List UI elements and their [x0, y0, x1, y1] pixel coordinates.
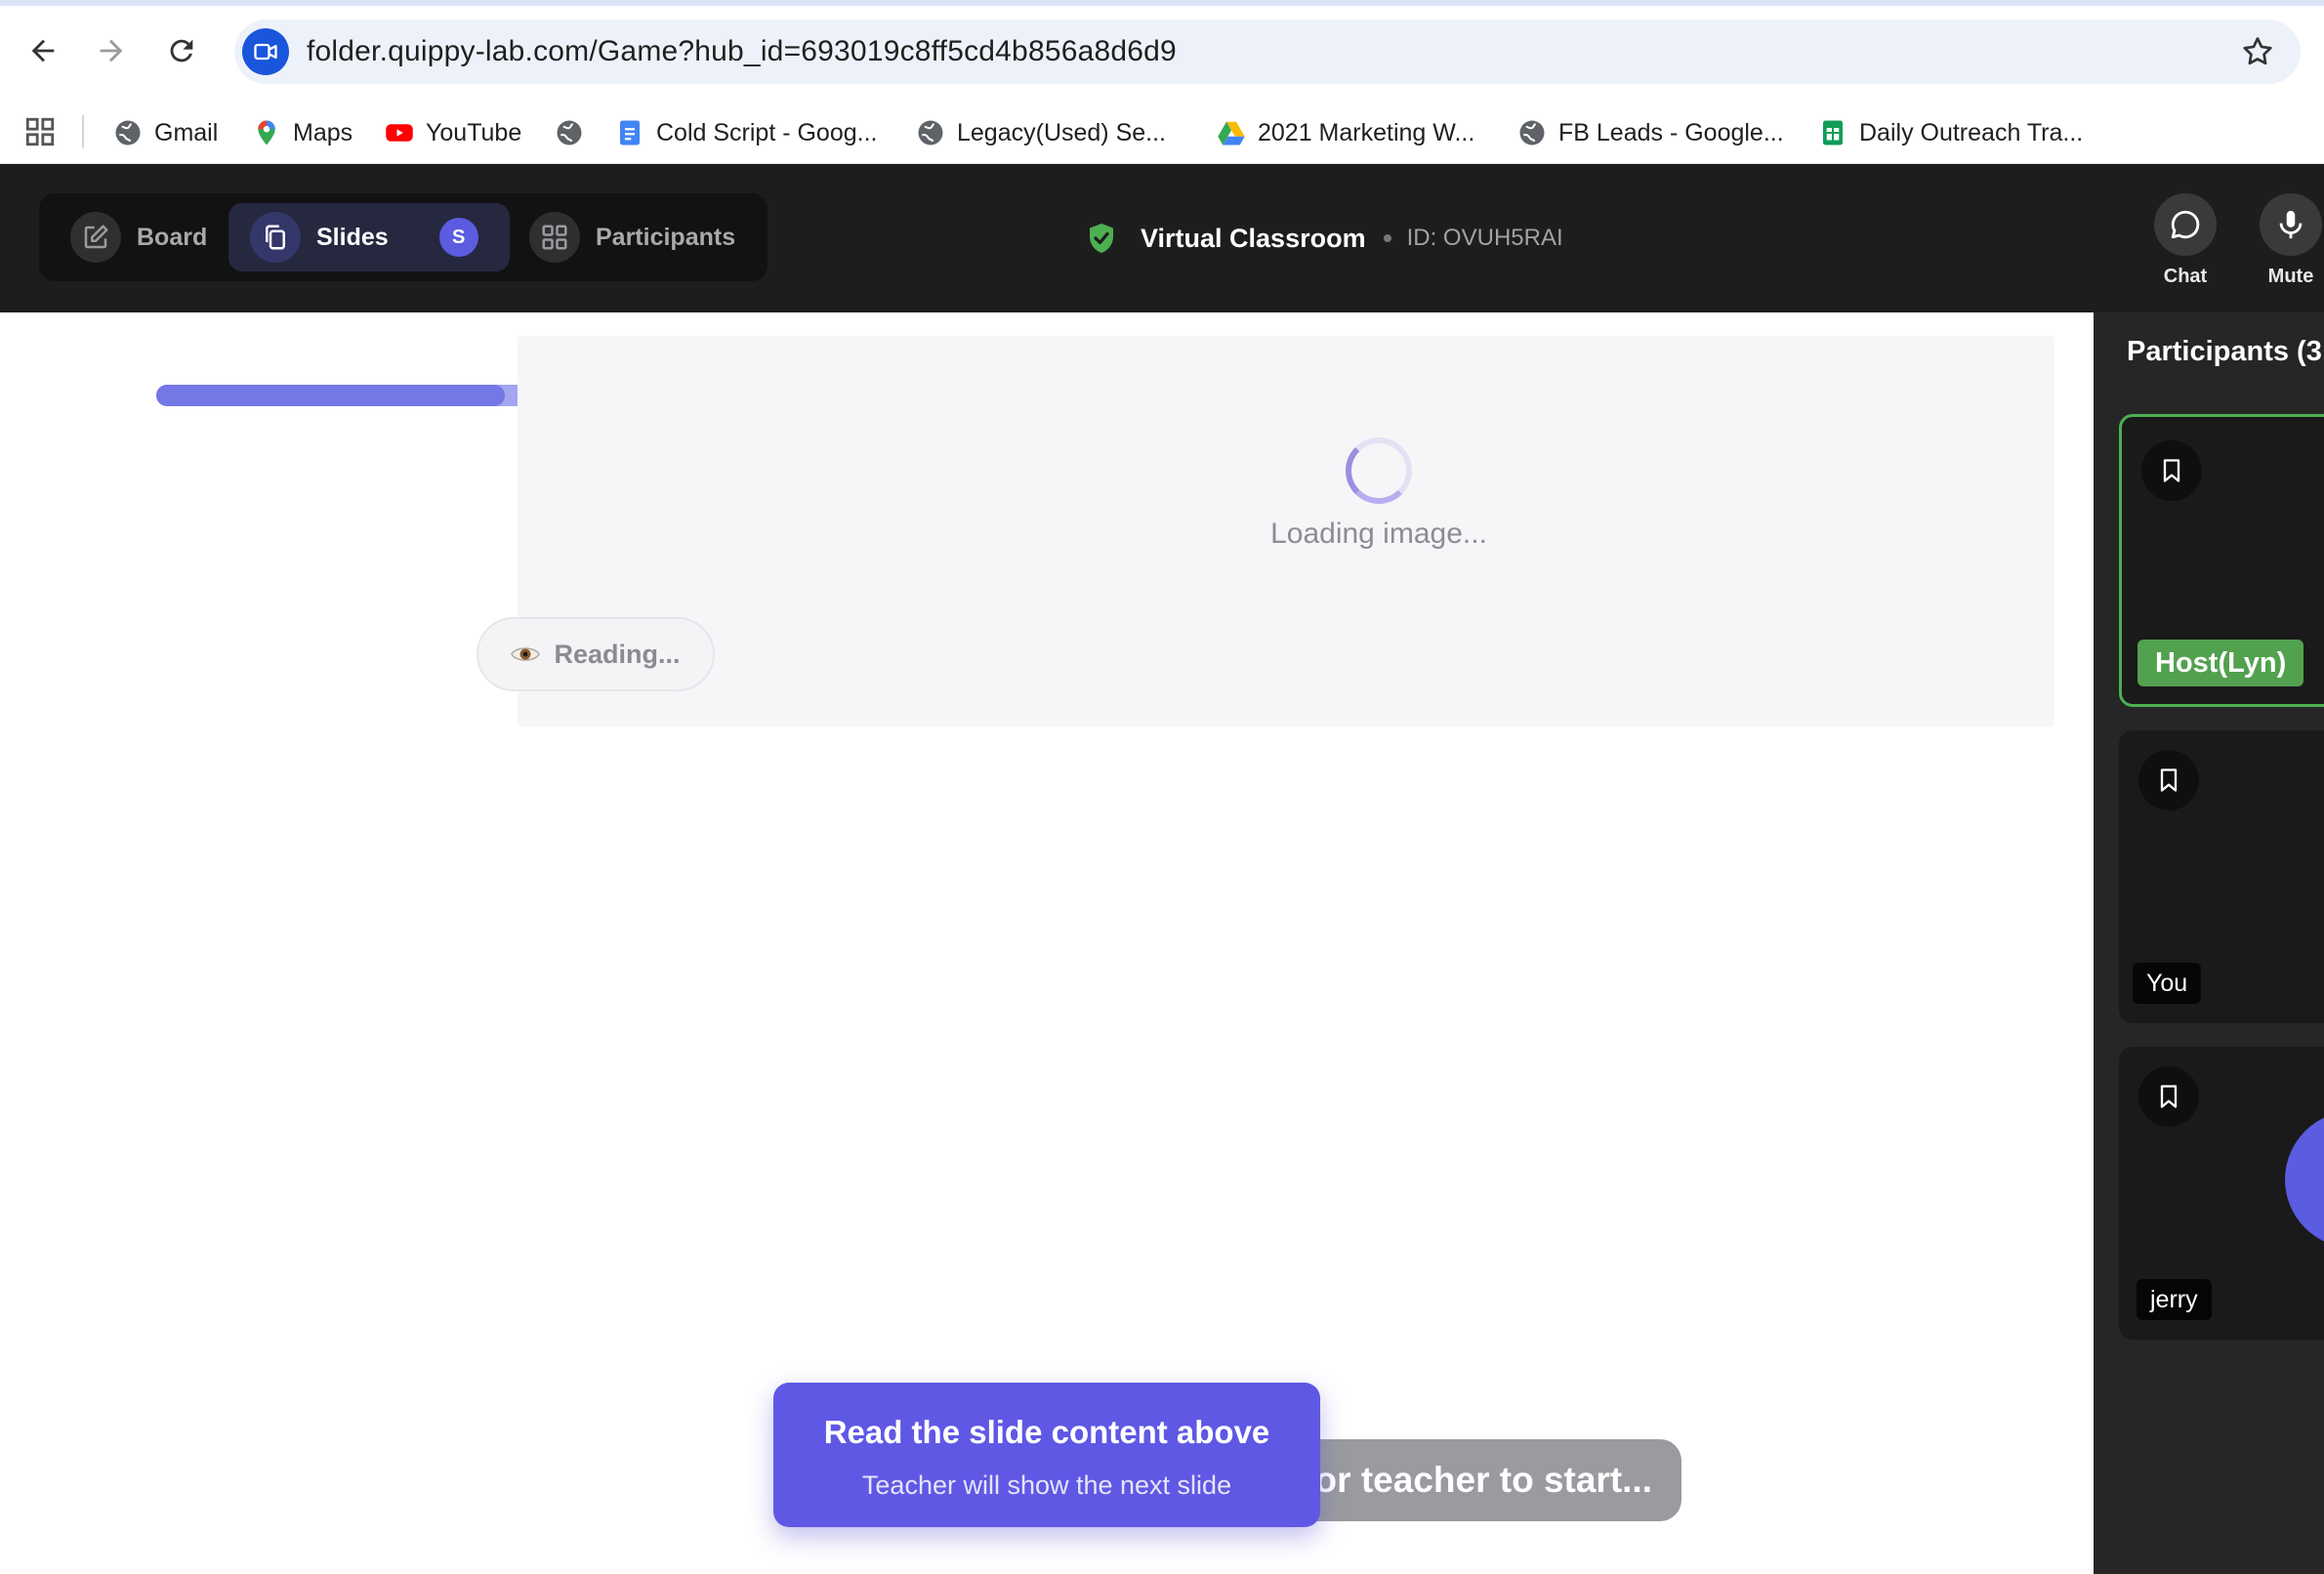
- read-instruction-subtitle: Teacher will show the next slide: [861, 1470, 1232, 1500]
- reload-icon: [170, 39, 193, 62]
- bookmark-legacy[interactable]: Legacy(Used) Se...: [916, 111, 1166, 154]
- app-header: Board Slides S Participants Virtual Clas…: [0, 164, 2324, 312]
- chat-icon: [2171, 210, 2200, 239]
- participant-name-tag: jerry: [2137, 1279, 2212, 1320]
- apps-grid-icon[interactable]: [23, 115, 57, 148]
- bookmark-icon: [2163, 459, 2180, 482]
- reading-progress-bar: [156, 385, 535, 406]
- bookmark-youtube[interactable]: YouTube: [385, 111, 521, 154]
- shield-check-icon: [1090, 224, 1113, 253]
- site-info-badge[interactable]: [242, 28, 289, 75]
- bookmark-icon: [2160, 1085, 2178, 1108]
- globe-icon: [557, 120, 582, 145]
- copy-icon: [266, 225, 285, 250]
- chat-button[interactable]: Chat: [2137, 193, 2234, 288]
- star-icon[interactable]: [2240, 34, 2275, 69]
- read-instruction-card: Read the slide content above Teacher wil…: [773, 1383, 1320, 1527]
- pin-participant-button[interactable]: [2138, 1066, 2199, 1127]
- reading-status-pill: Reading...: [477, 617, 715, 691]
- bookmarks-bar: Gmail Maps YouTube Cold Script - Goog...…: [0, 102, 2324, 164]
- address-bar[interactable]: folder.quippy-lab.com/Game?hub_id=693019…: [234, 20, 2301, 84]
- bookmarks-separator: [82, 115, 84, 148]
- microphone-icon: [2279, 210, 2303, 239]
- youtube-icon: [386, 124, 413, 142]
- participant-card-host[interactable]: Host(Lyn): [2119, 414, 2324, 707]
- avatar: [2285, 1111, 2324, 1248]
- separator-dot: [1383, 234, 1391, 242]
- pin-participant-button[interactable]: [2141, 440, 2202, 501]
- tab-slides[interactable]: Slides S: [228, 203, 510, 271]
- tab-board-label: Board: [137, 223, 208, 251]
- forward-button[interactable]: [88, 27, 135, 74]
- globe-icon: [918, 120, 943, 145]
- participant-name-tag: Host(Lyn): [2137, 640, 2304, 686]
- bookmark-untitled[interactable]: [555, 111, 596, 154]
- maps-pin-icon: [258, 120, 275, 145]
- participant-card-jerry[interactable]: jerry: [2119, 1047, 2324, 1340]
- bookmark-cold-script[interactable]: Cold Script - Goog...: [615, 111, 877, 154]
- google-drive-icon: [1218, 121, 1245, 145]
- bookmark-gmail[interactable]: Gmail: [113, 111, 218, 154]
- slide-image-panel: Loading image...: [518, 336, 2054, 726]
- back-button[interactable]: [20, 27, 66, 74]
- participant-card-you[interactable]: You: [2119, 730, 2324, 1023]
- bookmark-icon: [2160, 768, 2178, 792]
- arrow-right-icon: [100, 39, 123, 62]
- slides-presenter-badge: S: [438, 218, 478, 257]
- tab-participants-label: Participants: [596, 223, 736, 251]
- video-camera-icon: [254, 43, 277, 61]
- bookmark-daily-outreach[interactable]: Daily Outreach Tra...: [1818, 111, 2083, 154]
- browser-toolbar: folder.quippy-lab.com/Game?hub_id=693019…: [0, 6, 2324, 102]
- tab-board[interactable]: Board: [49, 203, 244, 271]
- edit-icon: [84, 225, 108, 249]
- slide-stage: Loading image... Reading... Waiting for …: [0, 312, 2094, 1574]
- grid-icon: [542, 225, 567, 250]
- globe-icon: [1519, 120, 1545, 145]
- tab-slides-label: Slides: [316, 223, 389, 251]
- view-tabs: Board Slides S Participants: [39, 193, 768, 281]
- google-docs-icon: [620, 120, 640, 145]
- read-instruction-title: Read the slide content above: [823, 1414, 1270, 1450]
- arrow-left-icon: [31, 39, 55, 62]
- loading-image-text: Loading image...: [1270, 518, 1487, 550]
- mute-button[interactable]: Mute: [2242, 193, 2324, 288]
- participants-sidebar: Participants (3 Host(Lyn) You jerry: [2094, 312, 2324, 1574]
- loading-spinner-icon: [1346, 437, 1412, 504]
- room-id: ID: OVUH5RAI: [1406, 225, 1563, 251]
- room-name: Virtual Classroom: [1141, 223, 1366, 253]
- room-title: Virtual Classroom ID: OVUH5RAI: [1084, 217, 1563, 260]
- reload-button[interactable]: [158, 27, 205, 74]
- participant-name-tag: You: [2133, 963, 2202, 1004]
- google-sheets-icon: [1823, 120, 1843, 145]
- bookmark-fb-leads[interactable]: FB Leads - Google...: [1517, 111, 1784, 154]
- reading-status-text: Reading...: [554, 639, 681, 669]
- reading-progress-fill: [156, 385, 505, 406]
- tab-participants[interactable]: Participants: [508, 203, 758, 271]
- pin-participant-button[interactable]: [2138, 750, 2199, 810]
- participants-title: Participants (3: [2127, 336, 2322, 367]
- eye-icon: [511, 647, 541, 661]
- globe-icon: [115, 120, 141, 145]
- bookmark-marketing[interactable]: 2021 Marketing W...: [1217, 111, 1474, 154]
- bookmark-maps[interactable]: Maps: [252, 111, 353, 154]
- url-text[interactable]: folder.quippy-lab.com/Game?hub_id=693019…: [307, 20, 1177, 84]
